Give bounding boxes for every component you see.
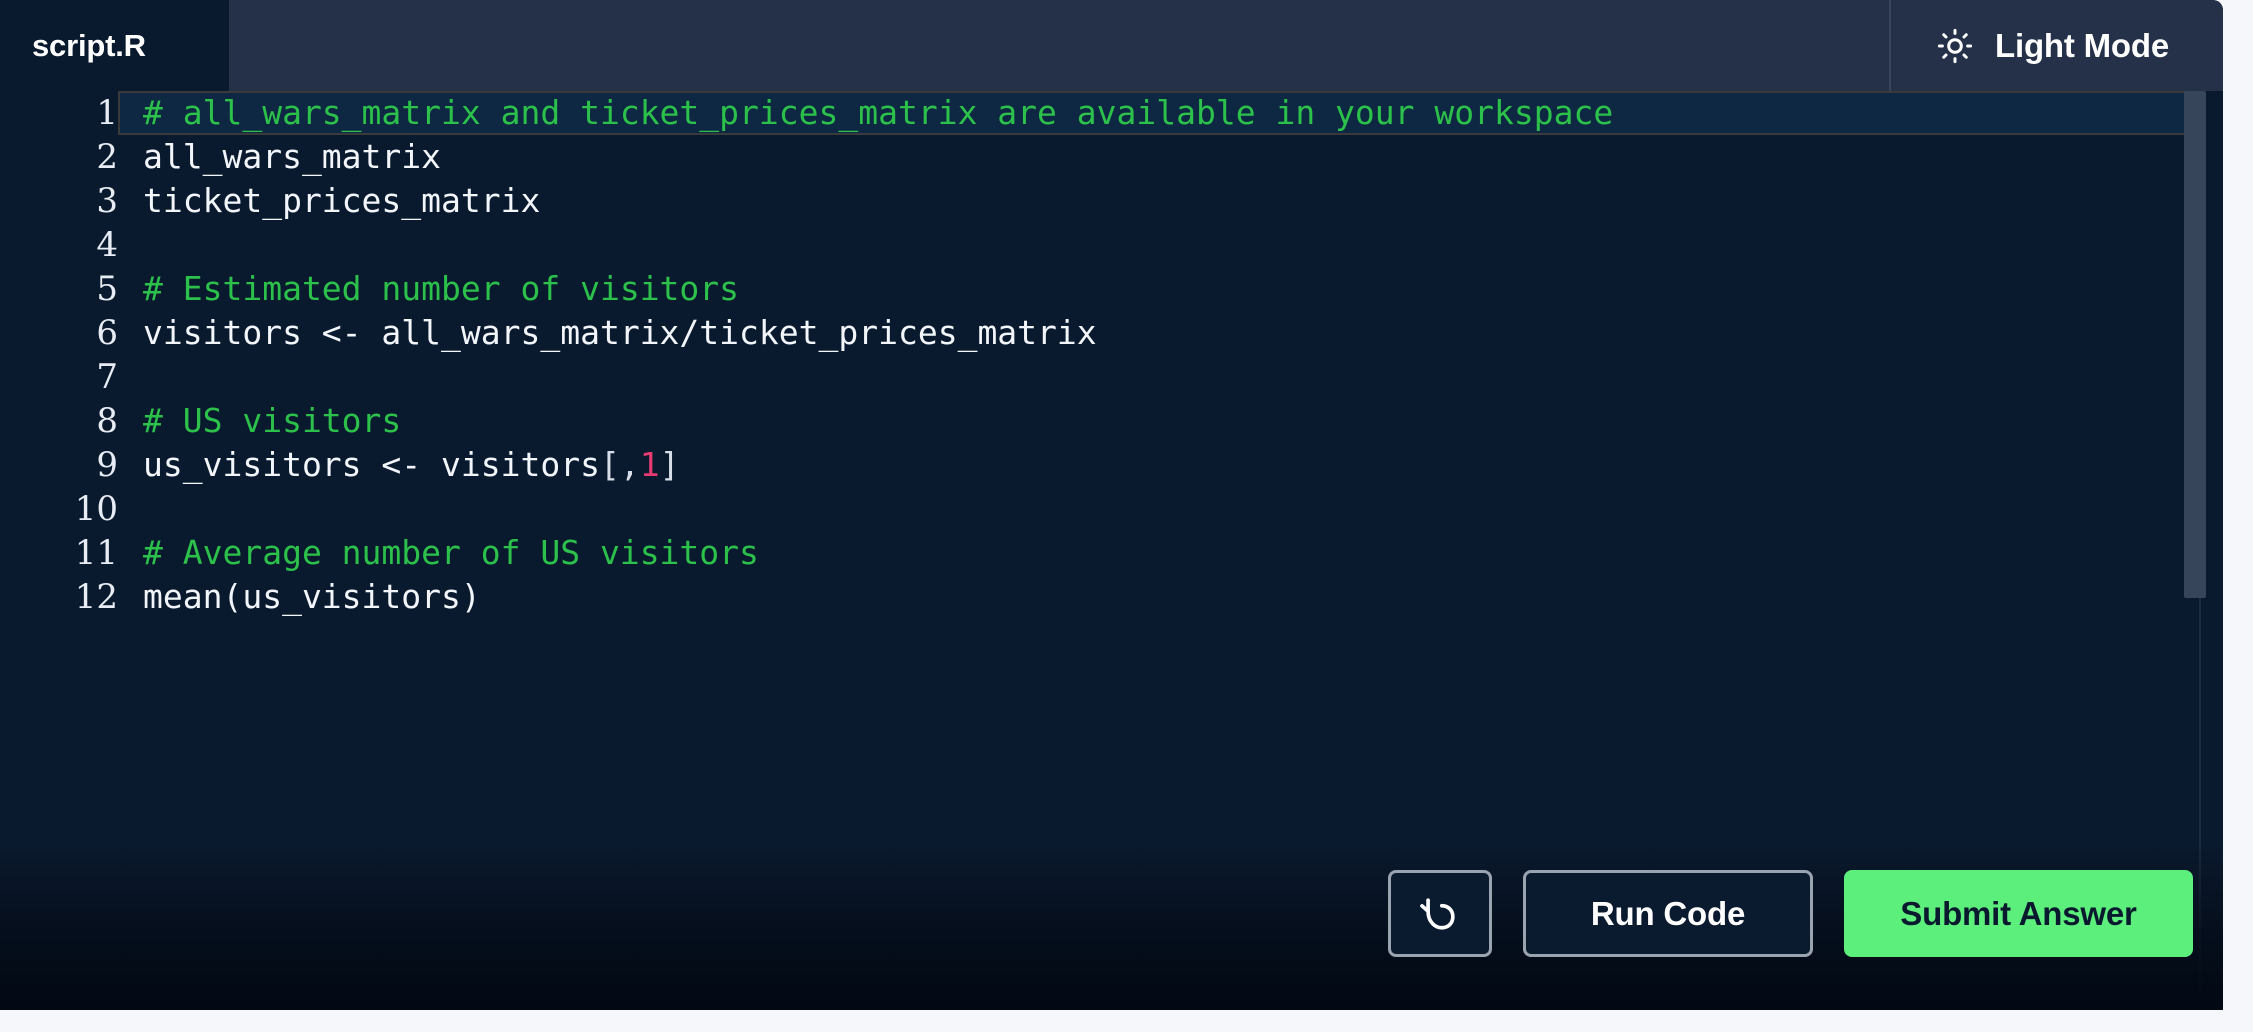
code-token-plain: visitors <- all_wars_matrix/ticket_price… bbox=[143, 313, 1097, 352]
run-code-button[interactable]: Run Code bbox=[1523, 870, 1813, 957]
code-editor-panel: script.R Light Mode 1 # all_wars_matrix … bbox=[0, 0, 2223, 1010]
code-line[interactable]: 1 # all_wars_matrix and ticket_prices_mat… bbox=[0, 91, 2200, 135]
line-number: 4 bbox=[96, 225, 118, 265]
line-number: 9 bbox=[96, 445, 118, 485]
line-number: 2 bbox=[96, 137, 118, 177]
code-token-plain: ticket_prices_matrix bbox=[143, 181, 541, 220]
code-token-comment: # all_wars_matrix and ticket_prices_matr… bbox=[143, 93, 1614, 132]
code-line[interactable]: 8 # US visitors bbox=[0, 399, 2200, 443]
line-number: 12 bbox=[74, 577, 118, 617]
line-number: 6 bbox=[96, 313, 118, 353]
tab-label: script.R bbox=[32, 27, 146, 63]
tab-bar-spacer bbox=[229, 0, 1889, 91]
code-token-punct: ] bbox=[659, 445, 680, 484]
code-line[interactable]: 11 # Average number of US visitors bbox=[0, 531, 2200, 575]
code-line[interactable]: 4 bbox=[0, 223, 2200, 267]
code-token-plain: us_visitors <- visitors bbox=[143, 445, 600, 484]
light-mode-toggle[interactable]: Light Mode bbox=[1891, 0, 2223, 91]
editor-action-bar: Run Code Submit Answer bbox=[1388, 870, 2193, 957]
submit-answer-label: Submit Answer bbox=[1900, 894, 2137, 932]
code-line-text[interactable] bbox=[118, 487, 2200, 531]
code-line-text[interactable]: visitors <- all_wars_matrix/ticket_price… bbox=[118, 311, 2200, 355]
code-line-text[interactable]: all_wars_matrix bbox=[118, 135, 2200, 179]
code-line[interactable]: 6 visitors <- all_wars_matrix/ticket_pric… bbox=[0, 311, 2200, 355]
code-line[interactable]: 9 us_visitors <- visitors[,1] bbox=[0, 443, 2200, 487]
editor-tab-bar: script.R Light Mode bbox=[0, 0, 2223, 91]
line-number: 3 bbox=[96, 181, 118, 221]
code-line-text[interactable]: us_visitors <- visitors[,1] bbox=[118, 443, 2200, 487]
code-token-num: 1 bbox=[639, 445, 660, 484]
line-number: 10 bbox=[74, 489, 118, 529]
code-line[interactable]: 10 bbox=[0, 487, 2200, 531]
code-line[interactable]: 2 all_wars_matrix bbox=[0, 135, 2200, 179]
code-token-punct: [, bbox=[599, 445, 640, 484]
code-line-text[interactable] bbox=[118, 223, 2200, 267]
code-line-text[interactable]: # Estimated number of visitors bbox=[118, 267, 2200, 311]
code-line-text[interactable]: ticket_prices_matrix bbox=[118, 179, 2200, 223]
editor-scrollbar-thumb[interactable] bbox=[2184, 91, 2206, 598]
code-line[interactable]: 12 mean(us_visitors) bbox=[0, 575, 2200, 619]
line-number: 5 bbox=[96, 269, 118, 309]
tab-script-r[interactable]: script.R bbox=[0, 0, 229, 91]
reset-arrow-icon bbox=[1418, 892, 1462, 936]
code-line-text[interactable]: # Average number of US visitors bbox=[118, 531, 2200, 575]
code-token-plain: mean(us_visitors) bbox=[143, 577, 481, 616]
code-lines[interactable]: 1 # all_wars_matrix and ticket_prices_mat… bbox=[0, 91, 2200, 619]
line-number: 8 bbox=[96, 401, 118, 441]
code-line[interactable]: 3 ticket_prices_matrix bbox=[0, 179, 2200, 223]
code-line[interactable]: 7 bbox=[0, 355, 2200, 399]
code-line-text[interactable]: # all_wars_matrix and ticket_prices_matr… bbox=[118, 91, 2200, 135]
line-number: 1 bbox=[96, 93, 118, 133]
code-token-comment: # Average number of US visitors bbox=[143, 533, 759, 572]
code-token-comment: # US visitors bbox=[143, 401, 402, 440]
line-number: 7 bbox=[96, 357, 118, 397]
code-line-text[interactable]: mean(us_visitors) bbox=[118, 575, 2200, 619]
code-line-text[interactable]: # US visitors bbox=[118, 399, 2200, 443]
code-line-text[interactable] bbox=[118, 355, 2200, 399]
code-line[interactable]: 5 # Estimated number of visitors bbox=[0, 267, 2200, 311]
code-token-comment: # Estimated number of visitors bbox=[143, 269, 740, 308]
reset-button[interactable] bbox=[1388, 870, 1492, 957]
submit-answer-button[interactable]: Submit Answer bbox=[1844, 870, 2193, 957]
light-mode-label: Light Mode bbox=[1995, 26, 2169, 64]
code-token-plain: all_wars_matrix bbox=[143, 137, 442, 176]
sun-icon bbox=[1937, 28, 1973, 64]
run-code-label: Run Code bbox=[1590, 894, 1746, 932]
line-number: 11 bbox=[74, 533, 118, 573]
